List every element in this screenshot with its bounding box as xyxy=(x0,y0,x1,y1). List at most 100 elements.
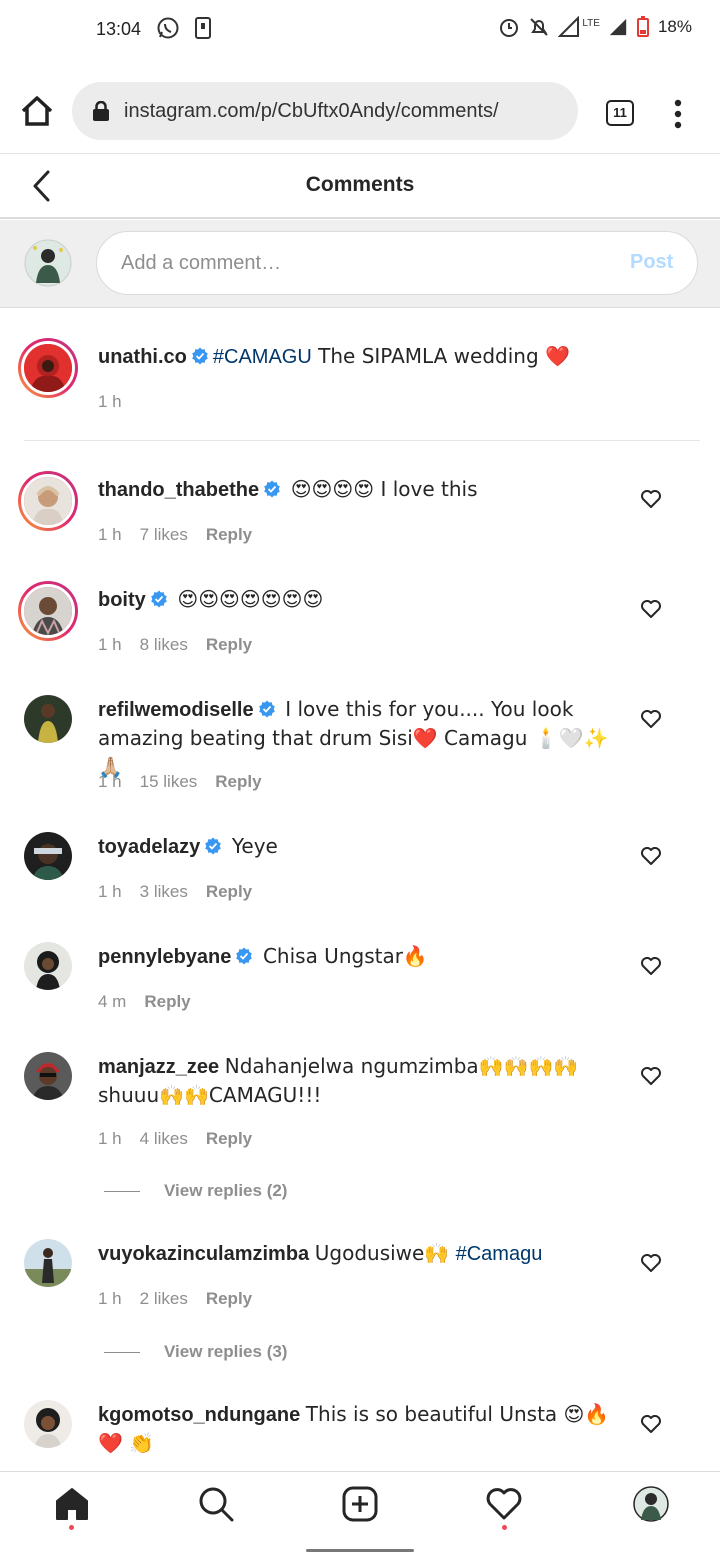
comment-text: 😍😍😍😍😍😍😍 xyxy=(177,587,324,611)
more-options-icon[interactable] xyxy=(668,98,688,130)
home-notification-dot xyxy=(69,1525,74,1530)
mute-icon xyxy=(530,18,549,36)
comment-likes[interactable]: 2 likes xyxy=(140,1289,188,1309)
avatar[interactable] xyxy=(24,832,72,880)
view-replies-button[interactable]: View replies (2) xyxy=(104,1181,287,1201)
like-heart-icon[interactable] xyxy=(640,846,662,866)
like-heart-icon[interactable] xyxy=(640,709,662,729)
comment-username[interactable]: refilwemodiselle xyxy=(98,699,254,721)
avatar[interactable] xyxy=(18,581,78,641)
url-text: instagram.com/p/CbUftx0Andy/comments/ xyxy=(124,99,499,122)
verified-badge-icon xyxy=(205,837,222,855)
comment-text: Yeye xyxy=(231,834,278,858)
comment-time: 1 h xyxy=(98,1289,122,1308)
comment-username[interactable]: thando_thabethe xyxy=(98,479,259,501)
lte-label: LTE xyxy=(582,17,600,29)
comment-username[interactable]: manjazz_zee xyxy=(98,1056,219,1078)
my-avatar xyxy=(24,239,72,287)
search-icon[interactable] xyxy=(196,1484,236,1524)
status-bar: 13:04 LTE 18% xyxy=(0,0,720,62)
comment-text: The SIPAMLA wedding ❤️ xyxy=(311,344,570,368)
like-heart-icon[interactable] xyxy=(640,489,662,509)
reply-button[interactable]: Reply xyxy=(215,772,261,792)
view-replies-line xyxy=(104,1351,140,1353)
add-comment-bar: Post xyxy=(0,220,720,308)
comment-text: Ugodusiwe🙌 xyxy=(314,1241,456,1265)
battery-icon xyxy=(636,16,649,37)
verified-badge-icon xyxy=(236,947,253,965)
hashtag-link[interactable]: #Camagu xyxy=(456,1243,543,1265)
view-replies-button[interactable]: View replies (3) xyxy=(104,1342,287,1362)
avatar[interactable] xyxy=(18,338,78,398)
avatar[interactable] xyxy=(24,1052,72,1100)
comment-likes[interactable]: 15 likes xyxy=(140,772,198,792)
comment-text: 😍😍😍😍 I love this xyxy=(290,477,478,501)
hashtag-link[interactable]: #CAMAGU xyxy=(213,346,312,368)
signal-icon xyxy=(558,16,580,37)
comment-time: 1 h xyxy=(98,1129,122,1148)
comment-likes[interactable]: 3 likes xyxy=(140,882,188,902)
comment-time: 1 h xyxy=(98,882,122,901)
verified-badge-icon xyxy=(264,480,280,498)
like-heart-icon[interactable] xyxy=(640,1414,662,1434)
comment-text: Chisa Ungstar🔥 xyxy=(262,944,428,968)
comment-username[interactable]: unathi.co xyxy=(98,346,187,368)
comment-username[interactable]: pennylebyane xyxy=(98,946,231,968)
comment-time: 1 h xyxy=(98,772,122,791)
page-title: Comments xyxy=(305,173,415,196)
reply-button[interactable]: Reply xyxy=(206,1289,252,1309)
comment-username[interactable]: kgomotso_ndungane xyxy=(98,1404,300,1426)
view-replies-label: View replies (3) xyxy=(164,1342,288,1361)
comment-time: 1 h xyxy=(98,635,122,654)
avatar[interactable] xyxy=(24,1400,72,1448)
browser-home-icon[interactable] xyxy=(18,92,56,130)
reply-button[interactable]: Reply xyxy=(206,882,252,902)
new-post-icon[interactable] xyxy=(340,1484,380,1524)
comment-username[interactable]: boity xyxy=(98,589,146,611)
whatsapp-icon xyxy=(157,17,179,39)
tab-switcher-button[interactable]: 11 xyxy=(606,100,634,126)
comments-header: Comments xyxy=(0,155,720,219)
browser-toolbar: instagram.com/p/CbUftx0Andy/comments/ 11 xyxy=(0,70,720,154)
view-replies-label: View replies (2) xyxy=(164,1181,288,1200)
post-button[interactable]: Post xyxy=(630,251,673,274)
like-heart-icon[interactable] xyxy=(640,1253,662,1273)
view-replies-line xyxy=(104,1190,140,1192)
battery-percent: 18% xyxy=(657,17,692,36)
activity-notification-dot xyxy=(502,1525,507,1530)
activity-heart-icon[interactable] xyxy=(484,1484,524,1524)
comment-username[interactable]: toyadelazy xyxy=(98,836,200,858)
avatar[interactable] xyxy=(18,471,78,531)
comment-likes[interactable]: 7 likes xyxy=(140,525,188,545)
comment-likes[interactable]: 4 likes xyxy=(140,1129,188,1149)
avatar[interactable] xyxy=(24,1239,72,1287)
reply-button[interactable]: Reply xyxy=(206,635,252,655)
comment-time: 1 h xyxy=(98,392,122,411)
avatar[interactable] xyxy=(24,695,72,743)
comment-time: 4 m xyxy=(98,992,127,1011)
like-heart-icon[interactable] xyxy=(640,956,662,976)
avatar[interactable] xyxy=(24,942,72,990)
comment-likes[interactable]: 8 likes xyxy=(140,635,188,655)
gesture-bar xyxy=(306,1549,414,1552)
comment-username[interactable]: vuyokazinculamzimba xyxy=(98,1243,309,1265)
signal-icon-2 xyxy=(609,18,627,36)
verified-badge-icon xyxy=(258,700,275,718)
verified-badge-icon xyxy=(150,590,167,608)
profile-avatar[interactable] xyxy=(631,1484,671,1524)
url-bar[interactable]: instagram.com/p/CbUftx0Andy/comments/ xyxy=(72,82,578,140)
comment-time: 1 h xyxy=(98,525,122,544)
lock-icon xyxy=(93,101,109,121)
alarm-icon xyxy=(500,19,519,37)
reply-button[interactable]: Reply xyxy=(206,525,252,545)
like-heart-icon[interactable] xyxy=(640,599,662,619)
verified-badge-icon xyxy=(192,347,208,365)
home-icon[interactable] xyxy=(52,1484,92,1524)
status-time: 13:04 xyxy=(96,19,142,39)
phone-storage-icon xyxy=(195,17,211,39)
caption-divider xyxy=(24,440,700,441)
like-heart-icon[interactable] xyxy=(640,1066,662,1086)
reply-button[interactable]: Reply xyxy=(144,992,190,1012)
comment-input[interactable] xyxy=(96,231,698,295)
reply-button[interactable]: Reply xyxy=(206,1129,252,1149)
